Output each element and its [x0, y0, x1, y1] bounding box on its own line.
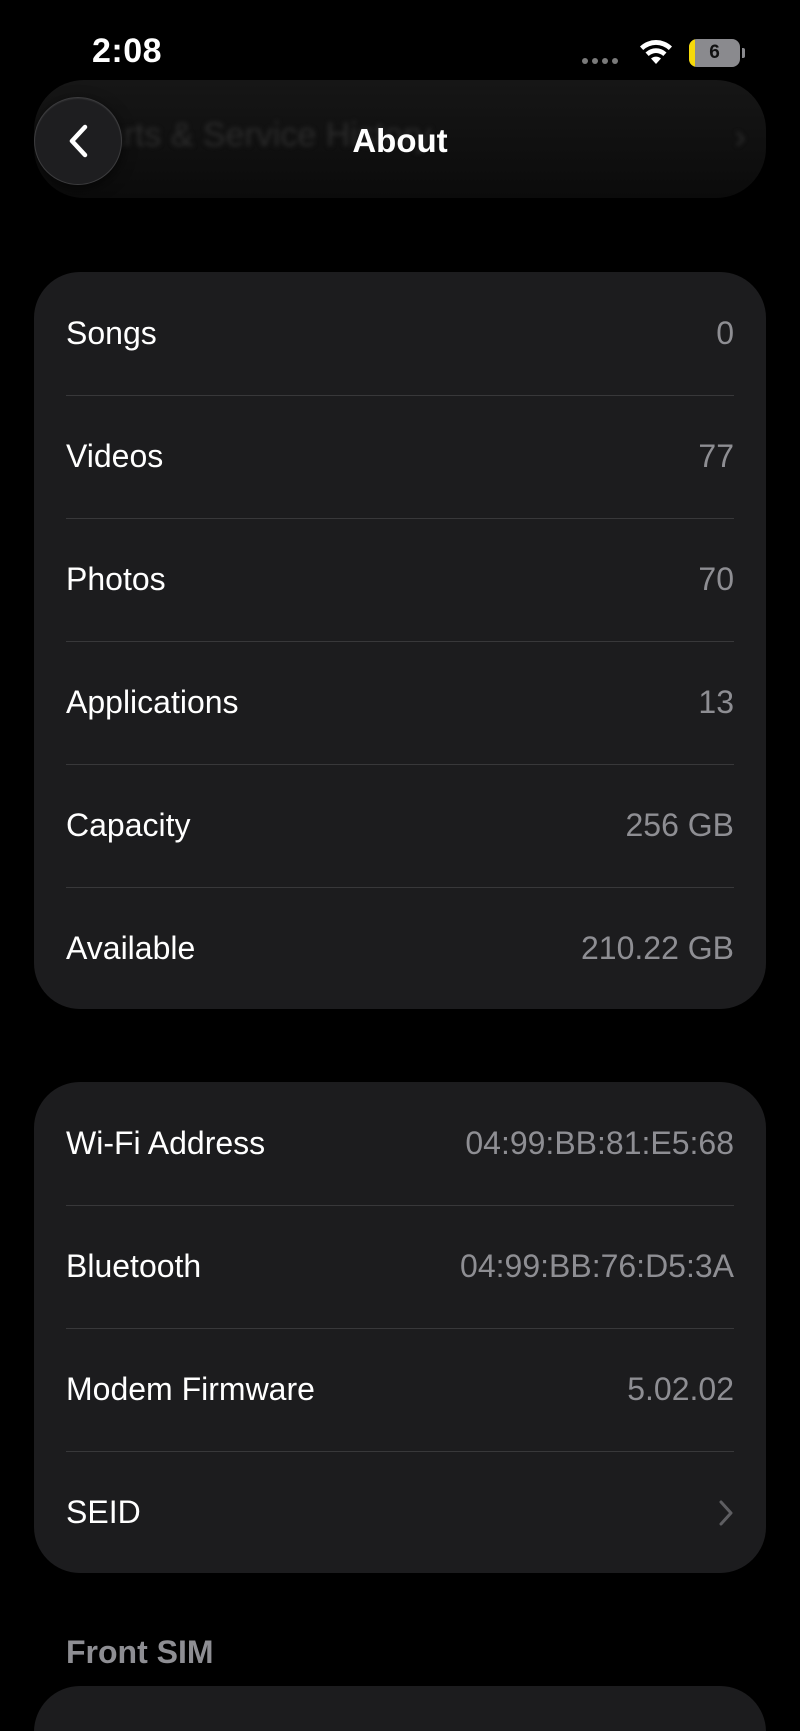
network-info-group: Wi-Fi Address 04:99:BB:81:E5:68 Bluetoot… — [34, 1082, 766, 1573]
cellular-signal-icon — [582, 58, 618, 64]
seid-label: SEID — [66, 1494, 141, 1530]
front-sim-header: Front SIM — [66, 1634, 214, 1670]
wifi-address-row: Wi-Fi Address 04:99:BB:81:E5:68 — [66, 1082, 734, 1205]
available-label: Available — [66, 930, 196, 966]
videos-value: 77 — [698, 438, 734, 474]
seid-row[interactable]: SEID — [66, 1451, 734, 1573]
wifi-address-label: Wi-Fi Address — [66, 1125, 266, 1161]
photos-row: Photos 70 — [66, 518, 734, 641]
songs-value: 0 — [716, 315, 734, 351]
photos-value: 70 — [698, 561, 734, 597]
available-row: Available 210.22 GB — [66, 887, 734, 1009]
bluetooth-value: 04:99:BB:76:D5:3A — [460, 1248, 734, 1284]
modem-firmware-value: 5.02.02 — [627, 1371, 734, 1407]
modem-firmware-row: Modem Firmware 5.02.02 — [66, 1328, 734, 1451]
capacity-value: 256 GB — [625, 807, 734, 843]
about-screen: 2:08 6 Parts & Service History › About S — [0, 0, 800, 1731]
songs-row: Songs 0 — [66, 272, 734, 395]
status-time: 2:08 — [92, 32, 163, 70]
battery-level: 6 — [709, 42, 720, 63]
applications-row: Applications 13 — [66, 641, 734, 764]
chevron-right-icon — [719, 1500, 733, 1525]
capacity-row: Capacity 256 GB — [66, 764, 734, 887]
battery-icon: 6 — [689, 39, 745, 67]
available-value: 210.22 GB — [581, 930, 734, 966]
videos-row: Videos 77 — [66, 395, 734, 518]
songs-label: Songs — [66, 315, 157, 351]
applications-value: 13 — [698, 684, 734, 720]
modem-firmware-label: Modem Firmware — [66, 1371, 315, 1407]
wifi-icon — [640, 40, 672, 64]
wifi-address-value: 04:99:BB:81:E5:68 — [465, 1125, 734, 1161]
front-sim-group — [34, 1686, 766, 1731]
storage-info-group: Songs 0 Videos 77 Photos 70 Applications… — [34, 272, 766, 1009]
videos-label: Videos — [66, 438, 164, 474]
photos-label: Photos — [66, 561, 166, 597]
page-title: About — [352, 122, 448, 159]
applications-label: Applications — [66, 684, 239, 720]
bluetooth-row: Bluetooth 04:99:BB:76:D5:3A — [66, 1205, 734, 1328]
bluetooth-label: Bluetooth — [66, 1248, 202, 1284]
capacity-label: Capacity — [66, 807, 191, 843]
